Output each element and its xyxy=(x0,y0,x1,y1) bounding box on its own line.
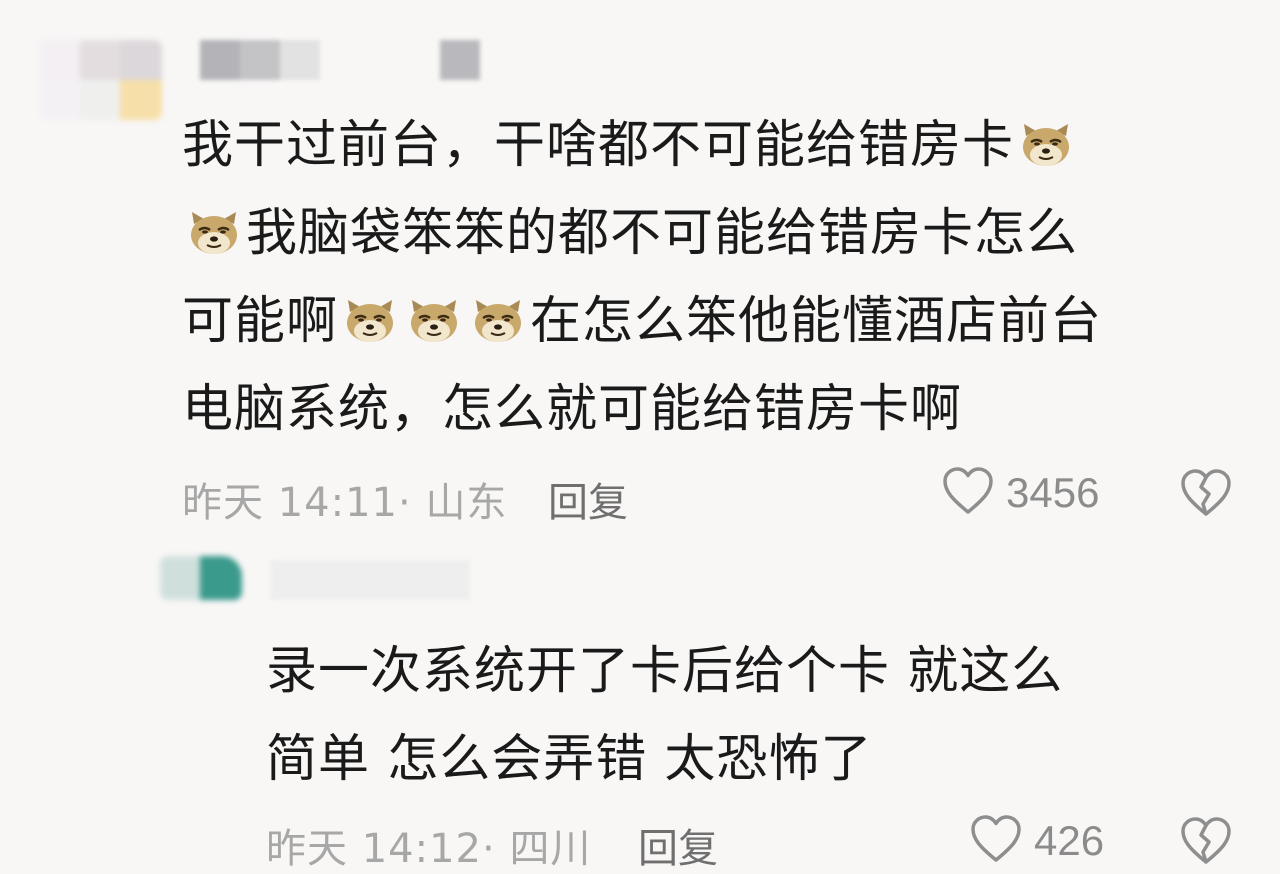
comment-text-segment: 可能啊 xyxy=(182,292,339,351)
comment-text-segment: 简单 怎么会弄错 太恐怖了 xyxy=(266,730,873,789)
comment-line: 我干过前台，干啥都不可能给错房卡 xyxy=(182,102,1242,190)
comment-location: 山东 xyxy=(425,480,508,526)
comment-text: 我干过前台，干啥都不可能给错房卡 我脑袋笨笨的都不可能给错房卡怎么 可能啊 在怎… xyxy=(182,102,1242,454)
comment-line: 可能啊 在怎么笨他能懂酒店前台 xyxy=(182,278,1242,366)
comment-text-segment: 我干过前台，干啥都不可能给错房卡 xyxy=(182,116,1015,175)
comment-text-segment: 我脑袋笨笨的都不可能给错房卡怎么 xyxy=(246,204,1079,263)
comment-line: 简单 怎么会弄错 太恐怖了 xyxy=(266,716,1226,804)
username[interactable] xyxy=(270,560,470,600)
comment-location: 四川 xyxy=(509,826,592,872)
comment-2: 录一次系统开了卡后给个卡 就这么 简单 怎么会弄错 太恐怖了 昨天 14:12·… xyxy=(0,540,1280,872)
reply-button[interactable]: 回复 xyxy=(638,816,718,874)
comment-line: 录一次系统开了卡后给个卡 就这么 xyxy=(266,628,1226,716)
doge-emoji-icon xyxy=(472,284,524,342)
doge-emoji-icon xyxy=(408,284,460,342)
comment-meta: 昨天 14:12· 四川 xyxy=(266,816,591,874)
like-button[interactable]: 426 xyxy=(970,814,1104,868)
meta-separator: · xyxy=(482,826,496,872)
heart-outline-icon[interactable] xyxy=(942,466,994,520)
avatar[interactable] xyxy=(160,556,242,600)
comment-meta: 昨天 14:11· 山东 xyxy=(182,470,507,528)
like-count: 426 xyxy=(1034,817,1105,864)
avatar[interactable] xyxy=(40,40,162,120)
comment-time: 昨天 14:11 xyxy=(182,480,398,526)
comment-text: 录一次系统开了卡后给个卡 就这么 简单 怎么会弄错 太恐怖了 xyxy=(266,628,1226,804)
doge-emoji-icon xyxy=(344,284,396,342)
heart-outline-icon[interactable] xyxy=(970,814,1022,868)
broken-heart-outline-icon[interactable] xyxy=(1180,468,1232,522)
username[interactable] xyxy=(200,40,490,82)
comment-line: 电脑系统，怎么就可能给错房卡啊 xyxy=(182,366,1242,454)
comment-text-segment: 在怎么笨他能懂酒店前台 xyxy=(530,292,1103,351)
doge-emoji-icon xyxy=(188,196,240,254)
comment-text-segment: 录一次系统开了卡后给个卡 就这么 xyxy=(266,642,1064,701)
reply-button[interactable]: 回复 xyxy=(548,470,628,528)
comment-line: 我脑袋笨笨的都不可能给错房卡怎么 xyxy=(182,190,1242,278)
like-count: 3456 xyxy=(1006,469,1100,516)
comment-text-segment: 电脑系统，怎么就可能给错房卡啊 xyxy=(182,380,963,439)
like-button[interactable]: 3456 xyxy=(942,466,1099,520)
comment-1: 我干过前台，干啥都不可能给错房卡 我脑袋笨笨的都不可能给错房卡怎么 可能啊 在怎… xyxy=(0,0,1280,540)
doge-emoji-icon xyxy=(1020,108,1072,166)
broken-heart-outline-icon[interactable] xyxy=(1180,816,1232,870)
comment-time: 昨天 14:12 xyxy=(266,826,482,872)
meta-separator: · xyxy=(398,480,412,526)
